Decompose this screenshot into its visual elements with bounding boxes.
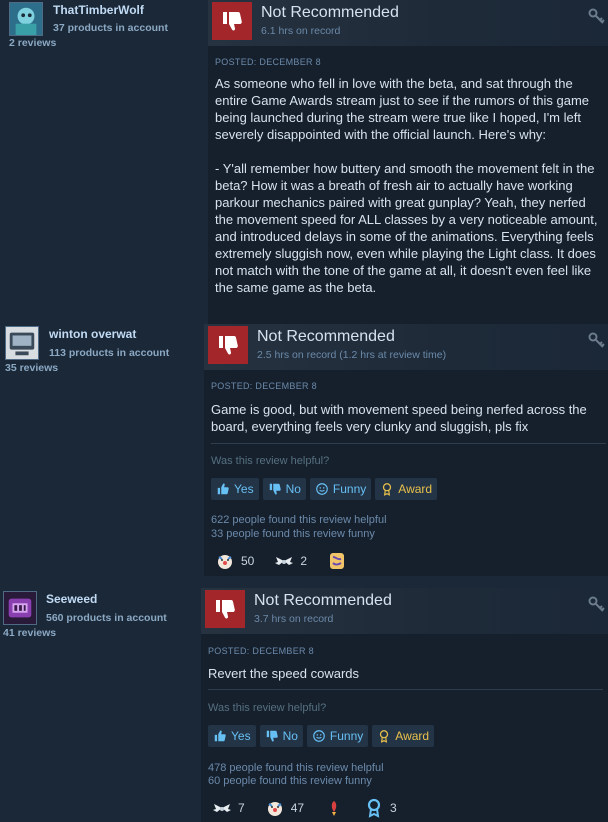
- review-card: winton overwat 113 products in account 3…: [0, 324, 608, 576]
- no-label: No: [282, 729, 298, 743]
- review-body: Revert the speed cowards: [208, 666, 360, 681]
- award-label: Award: [395, 729, 430, 743]
- award-count: 47: [290, 801, 305, 815]
- key-icon: [588, 8, 605, 24]
- clown-award-icon: [267, 802, 282, 816]
- reviews-count[interactable]: 35 reviews: [5, 362, 58, 374]
- no-button[interactable]: No: [259, 725, 303, 747]
- award-item[interactable]: [318, 796, 350, 820]
- reviewer-info: ThatTimberWolf 37 products in account 2 …: [0, 0, 200, 324]
- awards-row: 50 2: [209, 549, 361, 573]
- award-item[interactable]: 47: [259, 796, 310, 820]
- thumbs-up-icon: [217, 483, 229, 495]
- award-count: 3: [390, 801, 397, 815]
- award-item[interactable]: 3: [358, 796, 403, 820]
- award-button[interactable]: Award: [372, 725, 435, 747]
- medal-award-icon: [367, 798, 381, 818]
- thumbs-down-icon: [208, 326, 248, 364]
- yes-button[interactable]: Yes: [211, 478, 259, 500]
- thumbs-up-icon: [214, 730, 226, 742]
- vote-header[interactable]: Not Recommended 2.5 hrs on record (1.2 h…: [204, 324, 608, 370]
- award-ribbon-icon: [380, 730, 389, 743]
- award-button[interactable]: Award: [375, 478, 438, 500]
- yes-label: Yes: [231, 729, 251, 743]
- reviews-count[interactable]: 2 reviews: [9, 37, 56, 49]
- review-card: ThatTimberWolf 37 products in account 2 …: [0, 0, 608, 324]
- username[interactable]: winton overwat: [49, 327, 136, 341]
- thumbs-down-icon: [212, 2, 252, 40]
- thumbs-down-icon: [269, 483, 281, 495]
- funny-label: Funny: [332, 482, 367, 496]
- award-item[interactable]: [321, 549, 353, 573]
- no-label: No: [285, 482, 301, 496]
- review-content: Not Recommended 3.7 hrs on record POSTED…: [201, 588, 608, 822]
- helpful-question: Was this review helpful?: [208, 702, 327, 714]
- hours-on-record: 3.7 hrs on record: [254, 613, 334, 625]
- clown-award-icon: [218, 555, 232, 569]
- award-count: 2: [300, 554, 308, 568]
- hours-on-record: 2.5 hrs on record (1.2 hrs at review tim…: [257, 349, 447, 361]
- thumbs-down-icon: [266, 730, 278, 742]
- divider: [211, 443, 606, 444]
- avatar[interactable]: [3, 591, 37, 625]
- yes-label: Yes: [234, 482, 254, 496]
- funny-count: 60 people found this review funny: [208, 775, 372, 787]
- vote-header[interactable]: Not Recommended 3.7 hrs on record: [201, 588, 608, 634]
- award-item[interactable]: 2: [268, 549, 313, 573]
- vote-buttons: Yes No Funny Award: [208, 725, 435, 747]
- award-label: Award: [398, 482, 433, 496]
- username[interactable]: ThatTimberWolf: [53, 3, 144, 17]
- recommendation-title: Not Recommended: [261, 4, 399, 21]
- review-content: Not Recommended 6.1 hrs on record POSTED…: [208, 0, 608, 324]
- avatar[interactable]: [9, 2, 43, 36]
- vote-header[interactable]: Not Recommended 6.1 hrs on record: [208, 0, 608, 46]
- hours-on-record: 6.1 hrs on record: [261, 25, 341, 37]
- products-count[interactable]: 113 products in account: [49, 347, 169, 359]
- products-count[interactable]: 37 products in account: [53, 22, 168, 34]
- avatar[interactable]: [5, 326, 39, 360]
- yes-button[interactable]: Yes: [208, 725, 256, 747]
- helpful-question: Was this review helpful?: [211, 455, 330, 467]
- posted-date: POSTED: DECEMBER 8: [215, 57, 321, 67]
- funny-button[interactable]: Funny: [306, 725, 369, 747]
- divider: [208, 689, 603, 690]
- awards-row: 7 47 3: [206, 796, 411, 820]
- wings-award-icon: [213, 804, 231, 812]
- username[interactable]: Seeweed: [46, 592, 97, 606]
- thumbs-down-icon: [205, 590, 245, 628]
- rocket-award-icon: [331, 801, 337, 816]
- smiley-icon: [313, 730, 325, 742]
- reviewer-info: Seeweed 560 products in account 41 revie…: [0, 588, 200, 822]
- award-item[interactable]: 50: [209, 549, 260, 573]
- funny-button[interactable]: Funny: [309, 478, 372, 500]
- review-body: Game is good, but with movement speed be…: [211, 402, 587, 434]
- key-icon: [588, 332, 605, 348]
- vote-buttons: Yes No Funny Award: [211, 478, 438, 500]
- sticker-award-icon: [330, 553, 345, 569]
- award-item[interactable]: 7: [206, 796, 251, 820]
- key-icon: [588, 596, 605, 612]
- award-count: 7: [238, 801, 245, 815]
- review-content: Not Recommended 2.5 hrs on record (1.2 h…: [204, 324, 608, 576]
- funny-label: Funny: [329, 729, 364, 743]
- smiley-icon: [316, 483, 328, 495]
- posted-date: POSTED: DECEMBER 8: [208, 646, 314, 656]
- products-count[interactable]: 560 products in account: [46, 612, 167, 624]
- wings-award-icon: [275, 557, 294, 565]
- recommendation-title: Not Recommended: [257, 328, 395, 345]
- award-ribbon-icon: [383, 483, 392, 496]
- review-card: Seeweed 560 products in account 41 revie…: [0, 588, 608, 822]
- helpful-count: 622 people found this review helpful: [211, 514, 387, 526]
- posted-date: POSTED: DECEMBER 8: [211, 381, 317, 391]
- reviewer-info: winton overwat 113 products in account 3…: [0, 324, 200, 576]
- review-body: As someone who fell in love with the bet…: [215, 76, 598, 295]
- reviews-count[interactable]: 41 reviews: [3, 627, 56, 639]
- recommendation-title: Not Recommended: [254, 592, 392, 609]
- helpful-count: 478 people found this review helpful: [208, 762, 384, 774]
- no-button[interactable]: No: [262, 478, 306, 500]
- award-count: 50: [241, 554, 255, 568]
- funny-count: 33 people found this review funny: [211, 528, 375, 540]
